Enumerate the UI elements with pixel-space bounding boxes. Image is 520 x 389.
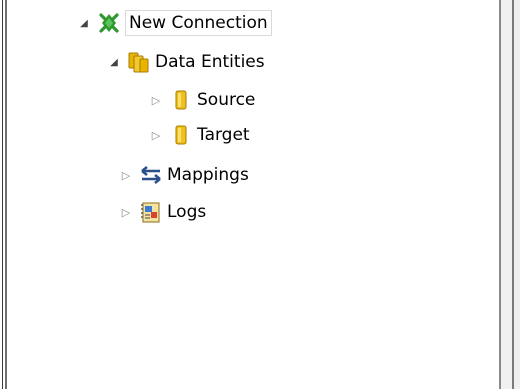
- tree-node-source[interactable]: ▷ Source: [149, 85, 256, 115]
- logs-notebook-icon: [139, 200, 163, 224]
- tree-node-mappings[interactable]: ▷ Mappings: [119, 160, 249, 190]
- right-pane-border-inner: [512, 0, 514, 389]
- right-pane-border: [499, 0, 520, 389]
- tree-node-label[interactable]: Data Entities: [155, 50, 265, 74]
- tree-node-target[interactable]: ▷ Target: [149, 120, 250, 150]
- collapsed-triangle-icon[interactable]: ▷: [149, 93, 163, 107]
- tree-node-logs[interactable]: ▷ Logs: [119, 197, 206, 227]
- data-entities-icon: [127, 50, 151, 74]
- expanded-triangle-icon[interactable]: ◢: [107, 55, 121, 69]
- entity-cylinder-icon: [169, 123, 193, 147]
- connection-plug-icon: [97, 11, 121, 35]
- collapsed-triangle-icon[interactable]: ▷: [149, 128, 163, 142]
- left-pane-border: [0, 0, 7, 389]
- tree-node-label[interactable]: Source: [197, 88, 255, 112]
- tree-node-label[interactable]: Mappings: [167, 163, 249, 187]
- tree-node-new-connection[interactable]: ◢ New Connection: [77, 8, 272, 38]
- tree-node-data-entities[interactable]: ◢ Data Entities: [107, 47, 265, 77]
- tree-node-label[interactable]: Target: [197, 123, 250, 147]
- tree-node-label[interactable]: Logs: [167, 200, 206, 224]
- mappings-arrows-icon: [139, 163, 163, 187]
- tree-node-label[interactable]: New Connection: [125, 10, 272, 36]
- collapsed-triangle-icon[interactable]: ▷: [119, 205, 133, 219]
- expanded-triangle-icon[interactable]: ◢: [77, 16, 91, 30]
- collapsed-triangle-icon[interactable]: ▷: [119, 168, 133, 182]
- entity-cylinder-icon: [169, 88, 193, 112]
- connection-tree: ◢ New Connection ◢ Data Entities ▷ Sourc…: [9, 0, 497, 389]
